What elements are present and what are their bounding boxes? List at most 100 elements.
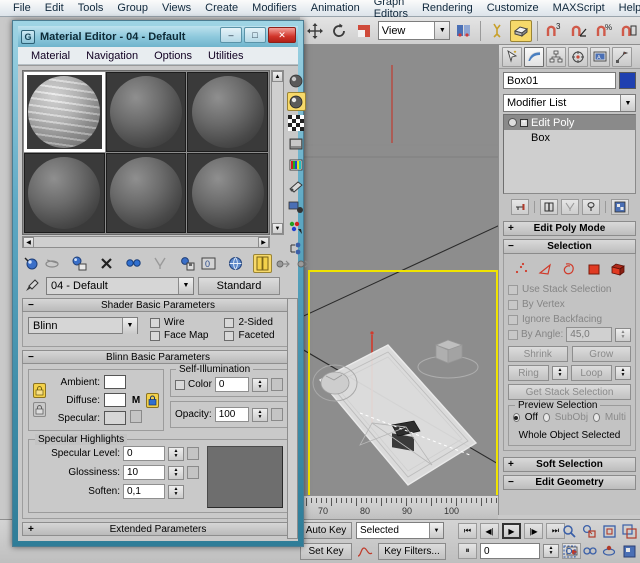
- zoom-extents-all-icon[interactable]: [620, 523, 638, 540]
- checkbox-faceted[interactable]: Faceted: [224, 330, 274, 341]
- make-unique-icon[interactable]: [561, 199, 579, 215]
- me-menu-options[interactable]: Options: [146, 49, 200, 63]
- current-frame-input[interactable]: 0: [480, 543, 540, 559]
- sample-slot-4[interactable]: [24, 153, 105, 233]
- maximize-viewport-icon[interactable]: [620, 543, 638, 560]
- sample-slot-5[interactable]: [106, 153, 187, 233]
- modifier-list-dropdown[interactable]: Modifier List ▼: [503, 94, 636, 112]
- rollout-header-blinn-basic[interactable]: − Blinn Basic Parameters: [22, 350, 294, 364]
- specular-level-input[interactable]: 0: [123, 446, 165, 461]
- shader-type-dropdown[interactable]: Blinn ▼: [28, 317, 138, 334]
- ring-button[interactable]: Ring: [508, 365, 549, 381]
- menu-customize[interactable]: Customize: [480, 1, 546, 15]
- element-icon[interactable]: [609, 261, 627, 277]
- rollout-header-shader-basic[interactable]: − Shader Basic Parameters: [22, 298, 294, 312]
- zoom-all-icon[interactable]: [580, 523, 598, 540]
- key-mode-toggle-icon[interactable]: ⏸: [458, 543, 477, 559]
- use-pivot-point-center-icon[interactable]: [453, 20, 475, 42]
- go-to-start-icon[interactable]: ⏮: [458, 523, 477, 539]
- material-editor-window[interactable]: G Material Editor - 04 - Default – □ ✕ M…: [12, 20, 304, 547]
- stack-item-edit-poly[interactable]: + Edit Poly: [504, 115, 635, 130]
- checkbox-box[interactable]: [508, 330, 518, 340]
- rollout-header-soft-selection[interactable]: + Soft Selection: [503, 457, 636, 472]
- pan-icon[interactable]: [580, 543, 598, 560]
- eyedropper-icon[interactable]: [22, 278, 42, 294]
- checkbox-face-map[interactable]: Face Map: [150, 330, 208, 341]
- make-material-copy-icon[interactable]: [124, 254, 143, 273]
- me-menu-material[interactable]: Material: [23, 49, 78, 63]
- loop-spinner[interactable]: ▲▼: [615, 366, 631, 380]
- angle-snap-icon[interactable]: [568, 20, 590, 42]
- show-map-in-viewport-icon[interactable]: [226, 254, 245, 273]
- auto-key-button[interactable]: Auto Key: [300, 522, 352, 539]
- self-illum-spinner[interactable]: ▲▼: [252, 378, 268, 392]
- checkbox-by-vertex[interactable]: By Vertex: [508, 297, 631, 312]
- sample-slot-grid[interactable]: [22, 70, 270, 235]
- reset-map-icon[interactable]: [97, 254, 116, 273]
- select-and-scale-icon[interactable]: [353, 20, 375, 42]
- get-material-icon[interactable]: [22, 254, 41, 273]
- select-and-manipulate-icon[interactable]: [486, 20, 508, 42]
- scroll-right-icon[interactable]: ▶: [258, 237, 269, 248]
- pin-stack-icon[interactable]: [511, 199, 529, 215]
- reference-coordinate-system-dropdown[interactable]: View ▼: [378, 21, 451, 40]
- specular-level-map-button[interactable]: [187, 447, 199, 460]
- me-menu-utilities[interactable]: Utilities: [200, 49, 251, 63]
- go-forward-to-sibling-icon[interactable]: [295, 254, 314, 273]
- specular-level-spinner[interactable]: ▲▼: [168, 447, 184, 461]
- sample-slot-1[interactable]: [24, 72, 105, 152]
- put-to-scene-icon[interactable]: [43, 254, 62, 273]
- checkbox-box[interactable]: [224, 318, 234, 328]
- frame-spinner[interactable]: ▲▼: [543, 544, 559, 558]
- checkbox-box[interactable]: [508, 315, 518, 325]
- checkbox-box[interactable]: [150, 318, 160, 328]
- checkbox-use-stack-selection[interactable]: Use Stack Selection: [508, 282, 631, 297]
- show-end-result-icon[interactable]: [540, 199, 558, 215]
- play-icon[interactable]: ▶: [502, 523, 521, 539]
- glossiness-map-button[interactable]: [187, 466, 199, 479]
- checkbox-box[interactable]: [150, 331, 160, 341]
- border-icon[interactable]: [561, 261, 579, 277]
- timeline-ruler[interactable]: 708090100: [300, 495, 498, 519]
- perspective-viewport[interactable]: [300, 45, 498, 495]
- percent-snap-icon[interactable]: %: [593, 20, 615, 42]
- specular-map-button[interactable]: [130, 410, 142, 423]
- opacity-map-button[interactable]: [271, 408, 283, 421]
- light-bulb-icon[interactable]: [508, 118, 517, 127]
- put-to-library-icon[interactable]: [178, 254, 197, 273]
- material-type-button[interactable]: Standard: [198, 277, 280, 295]
- loop-button[interactable]: Loop: [571, 365, 612, 381]
- menu-views[interactable]: Views: [155, 1, 198, 15]
- self-illum-map-button[interactable]: [271, 378, 283, 391]
- zoom-region-icon[interactable]: [560, 543, 578, 560]
- rollout-header-extended[interactable]: + Extended Parameters: [22, 522, 294, 536]
- previous-frame-icon[interactable]: ◀|: [480, 523, 499, 539]
- material-effects-channel-icon[interactable]: 0: [199, 254, 218, 273]
- orbit-icon[interactable]: [600, 543, 618, 560]
- menu-tools[interactable]: Tools: [71, 1, 111, 15]
- self-illum-value-input[interactable]: 0: [215, 377, 249, 392]
- checkbox-by-angle[interactable]: By Angle: 45,0 ▲▼: [508, 327, 631, 342]
- opacity-input[interactable]: 100: [215, 407, 249, 422]
- self-illum-color-checkbox[interactable]: [175, 380, 185, 390]
- material-editor-titlebar[interactable]: G Material Editor - 04 - Default – □ ✕: [18, 26, 298, 47]
- menu-file[interactable]: File: [6, 1, 38, 15]
- radio-subobj[interactable]: [543, 413, 550, 422]
- select-and-rotate-icon[interactable]: [329, 20, 351, 42]
- expand-plus-icon[interactable]: +: [520, 119, 528, 127]
- checkbox-ignore-backfacing[interactable]: Ignore Backfacing: [508, 312, 631, 327]
- radio-multi[interactable]: [593, 413, 600, 422]
- object-color-swatch[interactable]: [619, 72, 636, 89]
- rollout-header-edit-geometry[interactable]: − Edit Geometry: [503, 475, 636, 490]
- scroll-down-icon[interactable]: ▼: [272, 223, 283, 234]
- snaps-toggle-icon[interactable]: [510, 20, 532, 42]
- sample-slots-hscrollbar[interactable]: ◀ ▶: [22, 236, 270, 248]
- vertex-icon[interactable]: [513, 261, 531, 277]
- assign-to-selection-icon[interactable]: [70, 254, 89, 273]
- make-unique-icon[interactable]: [151, 254, 170, 273]
- motion-tab[interactable]: [568, 47, 588, 67]
- me-menu-navigation[interactable]: Navigation: [78, 49, 146, 63]
- menu-rendering[interactable]: Rendering: [415, 1, 480, 15]
- menu-edit[interactable]: Edit: [38, 1, 71, 15]
- remove-modifier-icon[interactable]: [582, 199, 600, 215]
